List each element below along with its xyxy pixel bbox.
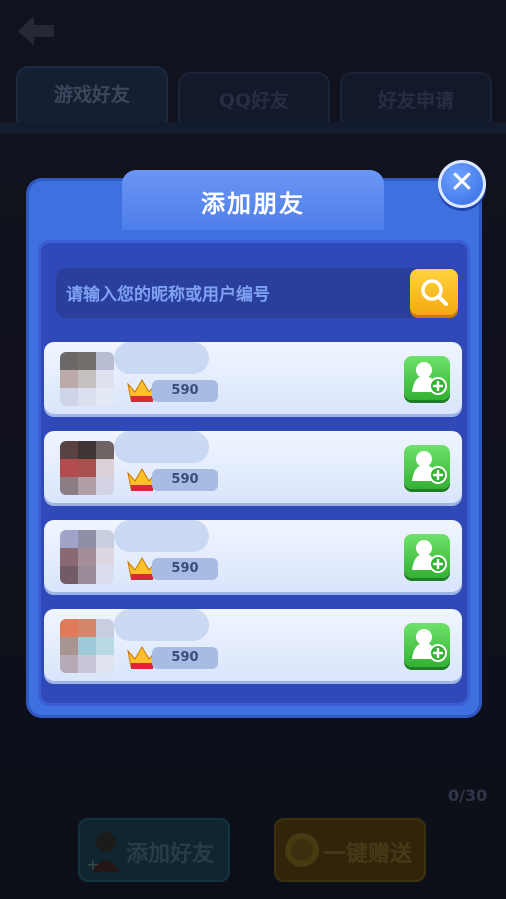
friend-card: 590	[44, 520, 462, 592]
player-name-blurred	[114, 431, 209, 463]
friend-card: 590	[44, 431, 462, 503]
close-icon: ✕	[449, 165, 475, 200]
friend-card: 590	[44, 609, 462, 681]
player-name-blurred	[114, 609, 209, 641]
add-friend-icon-button[interactable]	[404, 534, 450, 578]
add-friend-icon-button[interactable]	[404, 623, 450, 667]
score-badge: 590	[152, 647, 218, 669]
search-icon	[421, 279, 448, 306]
add-friend-dialog: 添加朋友 请输入您的昵称或用户编号 590 590 590 590 ✕	[26, 160, 486, 718]
friend-card: 590	[44, 342, 462, 414]
avatar	[60, 352, 114, 406]
player-name-blurred	[114, 342, 209, 374]
player-name-blurred	[114, 520, 209, 552]
close-button[interactable]: ✕	[438, 160, 486, 208]
score-badge: 590	[152, 469, 218, 491]
add-user-icon	[412, 540, 447, 573]
add-user-icon	[412, 362, 447, 395]
search-placeholder: 请输入您的昵称或用户编号	[66, 285, 270, 305]
add-user-icon	[412, 451, 447, 484]
avatar	[60, 530, 114, 584]
search-button[interactable]	[410, 269, 458, 315]
score-badge: 590	[152, 380, 218, 402]
score-badge: 590	[152, 558, 218, 580]
avatar	[60, 441, 114, 495]
add-friend-icon-button[interactable]	[404, 356, 450, 400]
dialog-title: 添加朋友	[201, 190, 305, 218]
add-user-icon	[412, 629, 447, 662]
add-friend-icon-button[interactable]	[404, 445, 450, 489]
avatar	[60, 619, 114, 673]
